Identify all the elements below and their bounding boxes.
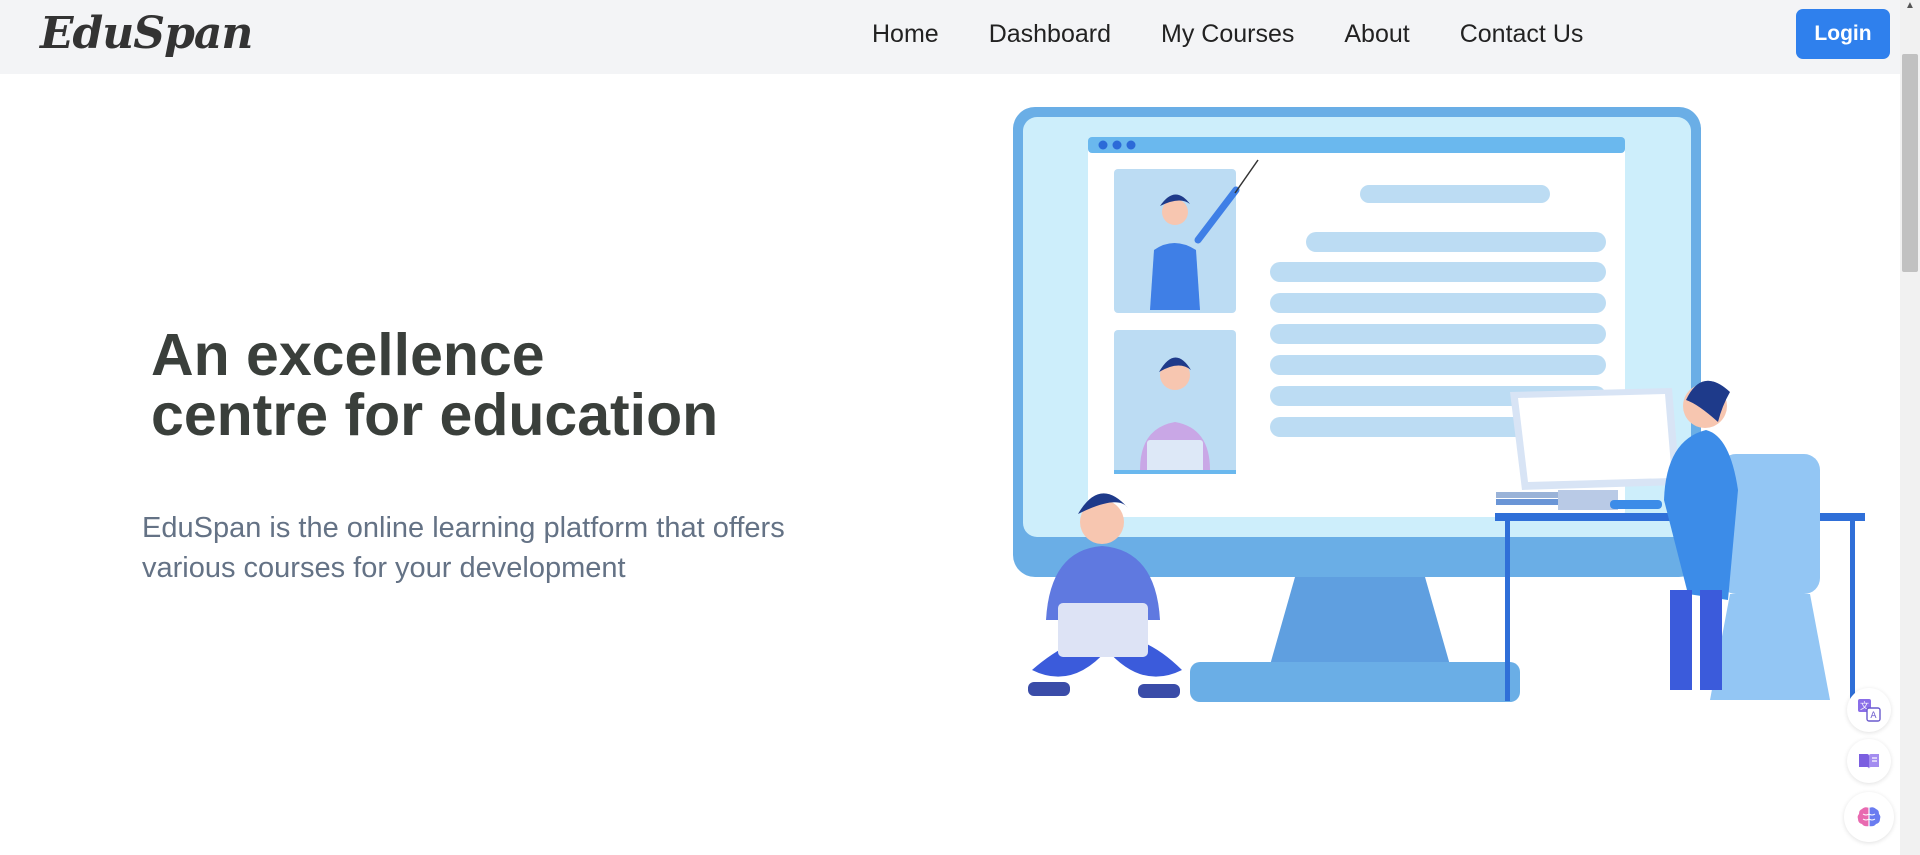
scrollbar-thumb[interactable] <box>1902 54 1918 272</box>
online-learning-illustration <box>1013 107 1865 702</box>
nav-about-link[interactable]: About <box>1344 20 1409 49</box>
svg-text:A: A <box>1870 711 1877 721</box>
hero-title-line-2: centre for education <box>151 382 719 448</box>
brain-icon <box>1857 807 1881 827</box>
main-nav: Home Dashboard My Courses About Contact … <box>872 20 1583 49</box>
hero-title: An excellence centre for education <box>151 325 718 445</box>
hero-description: EduSpan is the online learning platform … <box>142 508 842 588</box>
ai-assistant-button[interactable] <box>1844 792 1894 842</box>
translate-icon: 文 A <box>1858 699 1881 722</box>
translate-tool-button[interactable]: 文 A <box>1847 688 1891 732</box>
login-button[interactable]: Login <box>1796 9 1890 59</box>
book-reader-icon <box>1859 754 1879 769</box>
brand-logo[interactable]: EduSpan <box>40 8 253 59</box>
reader-tool-button[interactable] <box>1847 739 1891 783</box>
hero-title-line-1: An excellence <box>151 322 545 388</box>
hero-description-line-1: EduSpan is the online learning platform … <box>142 512 785 544</box>
nav-home-link[interactable]: Home <box>872 20 939 49</box>
nav-contact-us-link[interactable]: Contact Us <box>1460 20 1584 49</box>
scroll-up-arrow-icon[interactable]: ▲ <box>1905 0 1915 11</box>
nav-dashboard-link[interactable]: Dashboard <box>989 20 1111 49</box>
navbar: EduSpan Home Dashboard My Courses About … <box>0 0 1900 74</box>
nav-my-courses-link[interactable]: My Courses <box>1161 20 1294 49</box>
page: EduSpan Home Dashboard My Courses About … <box>0 0 1920 855</box>
hero-description-line-2: various courses for your development <box>142 552 626 584</box>
